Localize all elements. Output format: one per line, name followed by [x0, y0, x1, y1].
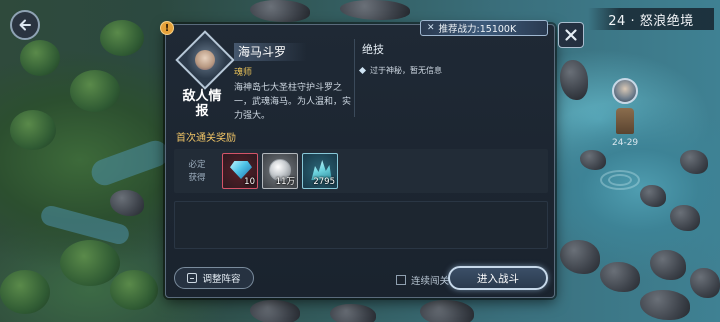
enter-battle-button[interactable]: 进入战斗: [448, 266, 548, 290]
stage-node-label: 24-29: [612, 138, 639, 148]
reward-slot-coin[interactable]: 11万: [262, 153, 298, 189]
adjust-lineup-label: 调整阵容: [202, 274, 241, 285]
skill-info-text: 过于神秘，暂无信息: [370, 66, 442, 75]
recommended-power-label: 推荐战力:15100K: [438, 24, 517, 35]
enemy-portrait: [175, 30, 235, 90]
reward-quantity: 10: [244, 177, 255, 187]
auto-battle-label: 连续闯关: [411, 276, 450, 287]
stage-statue-marker: [616, 108, 634, 134]
reward-slot-crystal[interactable]: 2795: [302, 153, 338, 189]
enemy-description: 海神岛七大圣柱守护斗罗之一，武魂海马。为人温和，实力强大。: [234, 83, 352, 121]
skill-item: 过于神秘，暂无信息: [358, 65, 442, 76]
checkbox-box[interactable]: [396, 275, 406, 285]
reward-extra-area: [174, 201, 548, 249]
enemy-avatar: [195, 50, 215, 70]
crossed-swords-icon: ✕: [427, 23, 435, 33]
section-divider: [354, 39, 355, 117]
reward-row: 必定获得 10 11万 2795: [174, 149, 548, 193]
first-clear-reward-title: 首次通关奖励: [176, 133, 236, 144]
back-arrow-icon: [19, 19, 31, 31]
enemy-name: 海马斗罗: [234, 43, 306, 61]
enemy-role: 魂师: [234, 68, 253, 78]
stage-title: 24 · 怒浪绝境: [588, 8, 714, 30]
reward-quantity: 2795: [313, 177, 335, 187]
close-icon: [565, 29, 577, 41]
stage-node-avatar[interactable]: [612, 78, 638, 104]
enemy-intel-tag: 敌人情报: [182, 89, 222, 119]
back-button[interactable]: [10, 10, 40, 40]
recommended-power-banner: ✕ 推荐战力:15100K: [420, 20, 548, 36]
guaranteed-label: 必定获得: [188, 160, 206, 183]
skill-section-title: 绝技: [362, 43, 384, 56]
enemy-info-panel: 敌人情报 海马斗罗 魂师 海神岛七大圣柱守护斗罗之一，武魂海马。为人温和，实力强…: [175, 30, 354, 129]
reward-slot-diamond[interactable]: 10: [222, 153, 258, 189]
warning-icon: !: [160, 21, 174, 35]
auto-battle-checkbox[interactable]: 连续闯关: [396, 273, 449, 287]
lineup-icon: [187, 273, 198, 283]
close-button[interactable]: [558, 22, 584, 48]
bullet-icon: [358, 66, 367, 75]
adjust-lineup-button[interactable]: 调整阵容: [174, 267, 254, 289]
stage-info-dialog: 敌人情报 海马斗罗 魂师 海神岛七大圣柱守护斗罗之一，武魂海马。为人温和，实力强…: [165, 24, 555, 298]
reward-quantity: 11万: [275, 177, 295, 187]
